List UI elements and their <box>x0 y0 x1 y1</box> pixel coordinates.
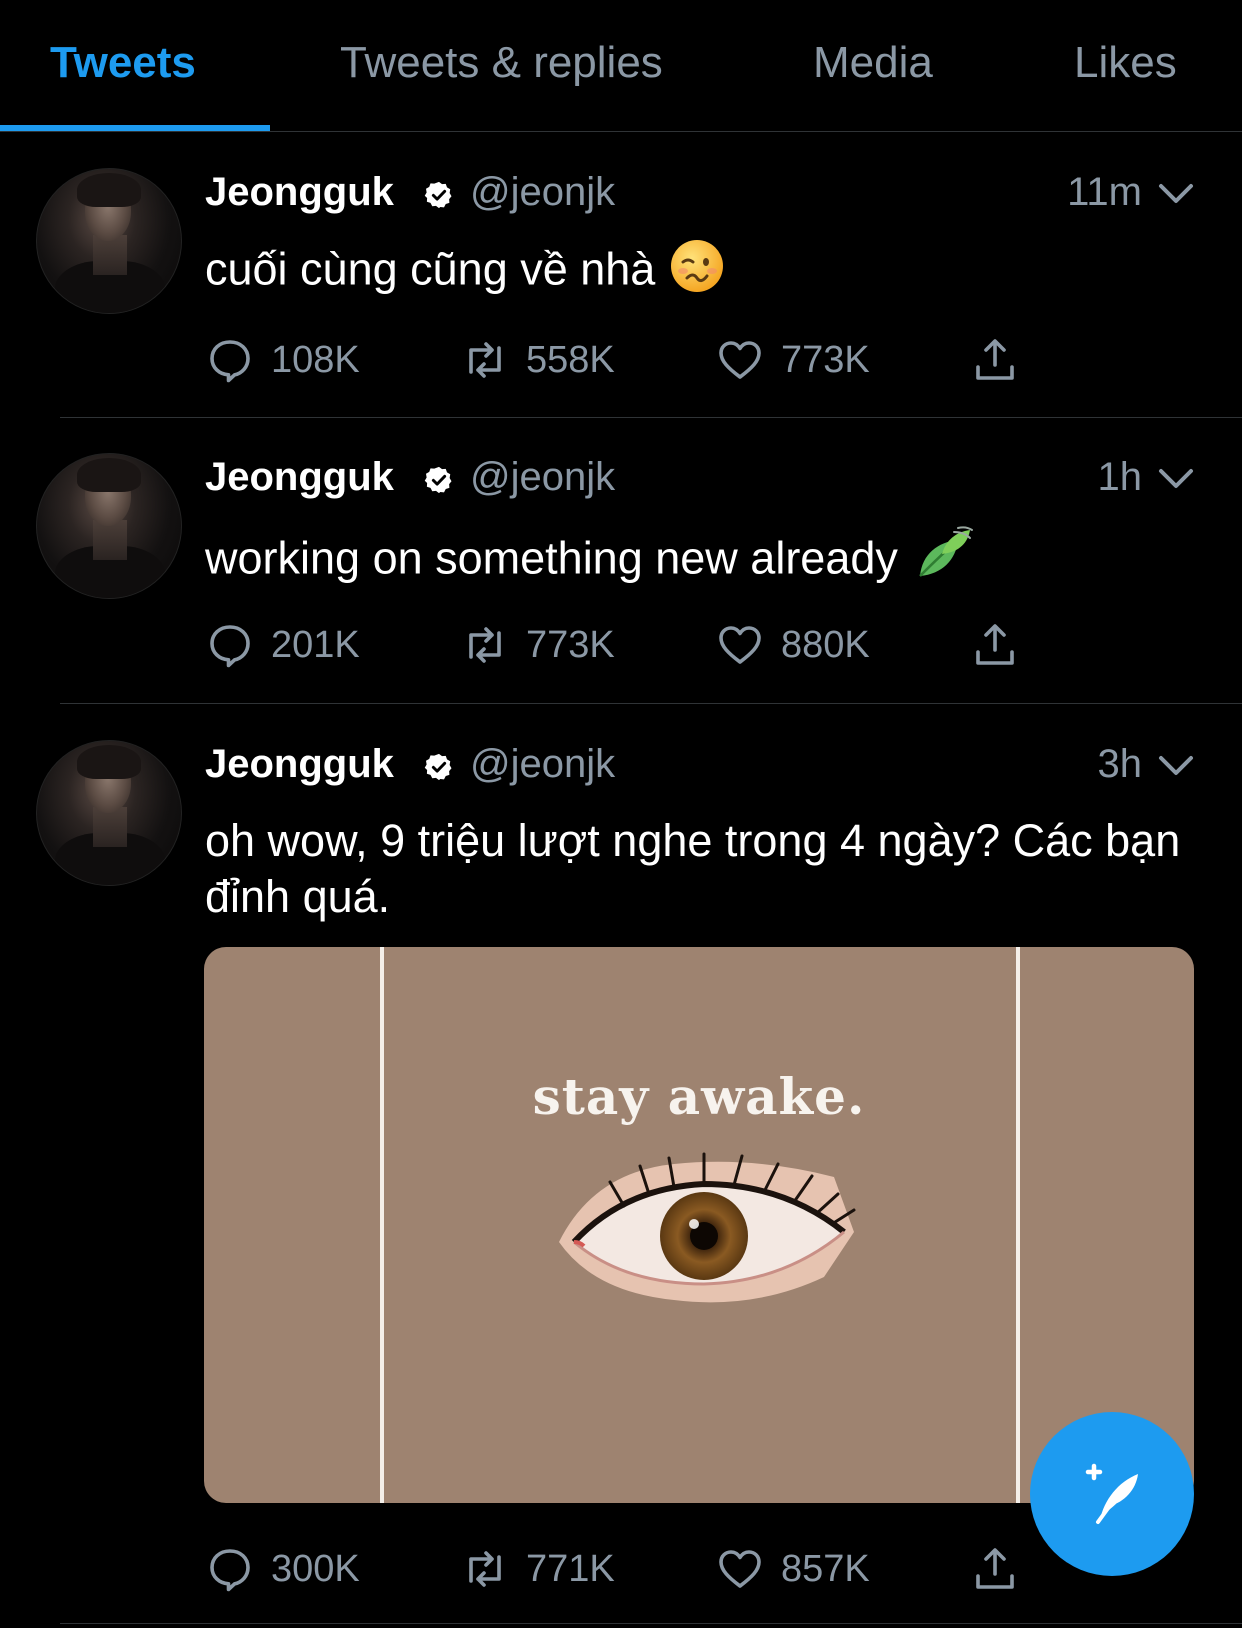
retweet-button[interactable]: 771K <box>460 1539 615 1599</box>
tweet-text: working on something new already <box>205 524 1185 599</box>
share-icon <box>976 624 1014 665</box>
tweet-divider <box>60 703 1242 704</box>
compose-tweet-button[interactable] <box>1030 1412 1194 1576</box>
tweet-text-content: working on something new already <box>205 532 898 584</box>
avatar[interactable] <box>36 168 182 314</box>
tweet-text: oh wow, 9 triệu lượt nghe trong 4 ngày? … <box>205 815 1181 922</box>
reply-count: 108K <box>271 338 360 381</box>
retweet-icon <box>469 627 501 663</box>
like-count: 857K <box>781 1547 870 1590</box>
chevron-down-icon[interactable] <box>1157 182 1195 206</box>
tweet-actions: 300K 771K 857K <box>205 1539 1025 1599</box>
profile-tabs: Tweets Tweets & replies Media Likes <box>0 0 1242 132</box>
avatar[interactable] <box>36 453 182 599</box>
verified-badge-icon <box>424 753 452 781</box>
author-handle[interactable]: @jeonjk <box>470 170 615 215</box>
like-button[interactable]: 880K <box>715 615 870 675</box>
image-border-line <box>1016 947 1020 1503</box>
author-name[interactable]: Jeongguk <box>205 170 394 215</box>
heart-icon <box>719 1550 761 1588</box>
retweet-count: 771K <box>526 1547 615 1590</box>
retweet-icon <box>469 1551 501 1587</box>
like-count: 880K <box>781 623 870 666</box>
tweet-actions: 108K 558K 773K <box>205 330 1025 390</box>
compose-tweet-icon <box>1085 1463 1138 1524</box>
avatar[interactable] <box>36 740 182 886</box>
eye-illustration <box>559 1152 856 1303</box>
woozy-face-emoji-icon <box>669 238 725 307</box>
tweet-timestamp: 3h <box>1097 742 1143 786</box>
author-handle[interactable]: @jeonjk <box>470 455 615 500</box>
heart-icon <box>719 341 761 379</box>
author-handle[interactable]: @jeonjk <box>470 742 615 787</box>
reply-button[interactable]: 300K <box>205 1539 360 1599</box>
comment-icon <box>210 340 250 383</box>
media-caption: stay awake. <box>532 1067 866 1126</box>
verified-badge-icon <box>424 181 452 209</box>
share-button[interactable] <box>970 615 1020 675</box>
tweet-divider <box>60 417 1242 418</box>
retweet-icon <box>469 342 501 378</box>
retweet-button[interactable]: 773K <box>460 615 615 675</box>
tab-media[interactable]: Media <box>813 38 933 88</box>
image-border-line <box>380 947 384 1503</box>
share-icon <box>976 339 1014 380</box>
tweet-text: cuối cùng cũng về nhà <box>205 238 1185 307</box>
reply-count: 300K <box>271 1547 360 1590</box>
comment-icon <box>210 625 250 668</box>
leaf-fluttering-emoji-icon <box>912 524 974 599</box>
retweet-count: 773K <box>526 623 615 666</box>
chevron-down-icon[interactable] <box>1157 467 1195 491</box>
reply-button[interactable]: 201K <box>205 615 360 675</box>
tweet-media-image[interactable]: stay awake. <box>204 947 1194 1503</box>
tab-likes[interactable]: Likes <box>1074 38 1177 88</box>
chevron-down-icon[interactable] <box>1157 754 1195 778</box>
retweet-count: 558K <box>526 338 615 381</box>
reply-button[interactable]: 108K <box>205 330 360 390</box>
active-tab-indicator <box>0 125 270 131</box>
tweet-timestamp: 11m <box>1067 170 1142 214</box>
heart-icon <box>719 626 761 664</box>
author-name[interactable]: Jeongguk <box>205 455 394 500</box>
share-icon <box>976 1548 1014 1589</box>
tweet-actions: 201K 773K 880K <box>205 615 1025 675</box>
tweet-text-content: cuối cùng cũng về nhà <box>205 243 656 295</box>
retweet-button[interactable]: 558K <box>460 330 615 390</box>
share-button[interactable] <box>970 1539 1020 1599</box>
share-button[interactable] <box>970 330 1020 390</box>
tweet-timestamp: 1h <box>1097 455 1143 499</box>
tab-tweets[interactable]: Tweets <box>50 38 196 88</box>
comment-icon <box>210 1549 250 1592</box>
author-name[interactable]: Jeongguk <box>205 742 394 787</box>
tab-tweets-and-replies[interactable]: Tweets & replies <box>340 38 663 88</box>
reply-count: 201K <box>271 623 360 666</box>
like-button[interactable]: 773K <box>715 330 870 390</box>
like-count: 773K <box>781 338 870 381</box>
verified-badge-icon <box>424 466 452 494</box>
tweet-divider <box>60 1623 1242 1624</box>
like-button[interactable]: 857K <box>715 1539 870 1599</box>
